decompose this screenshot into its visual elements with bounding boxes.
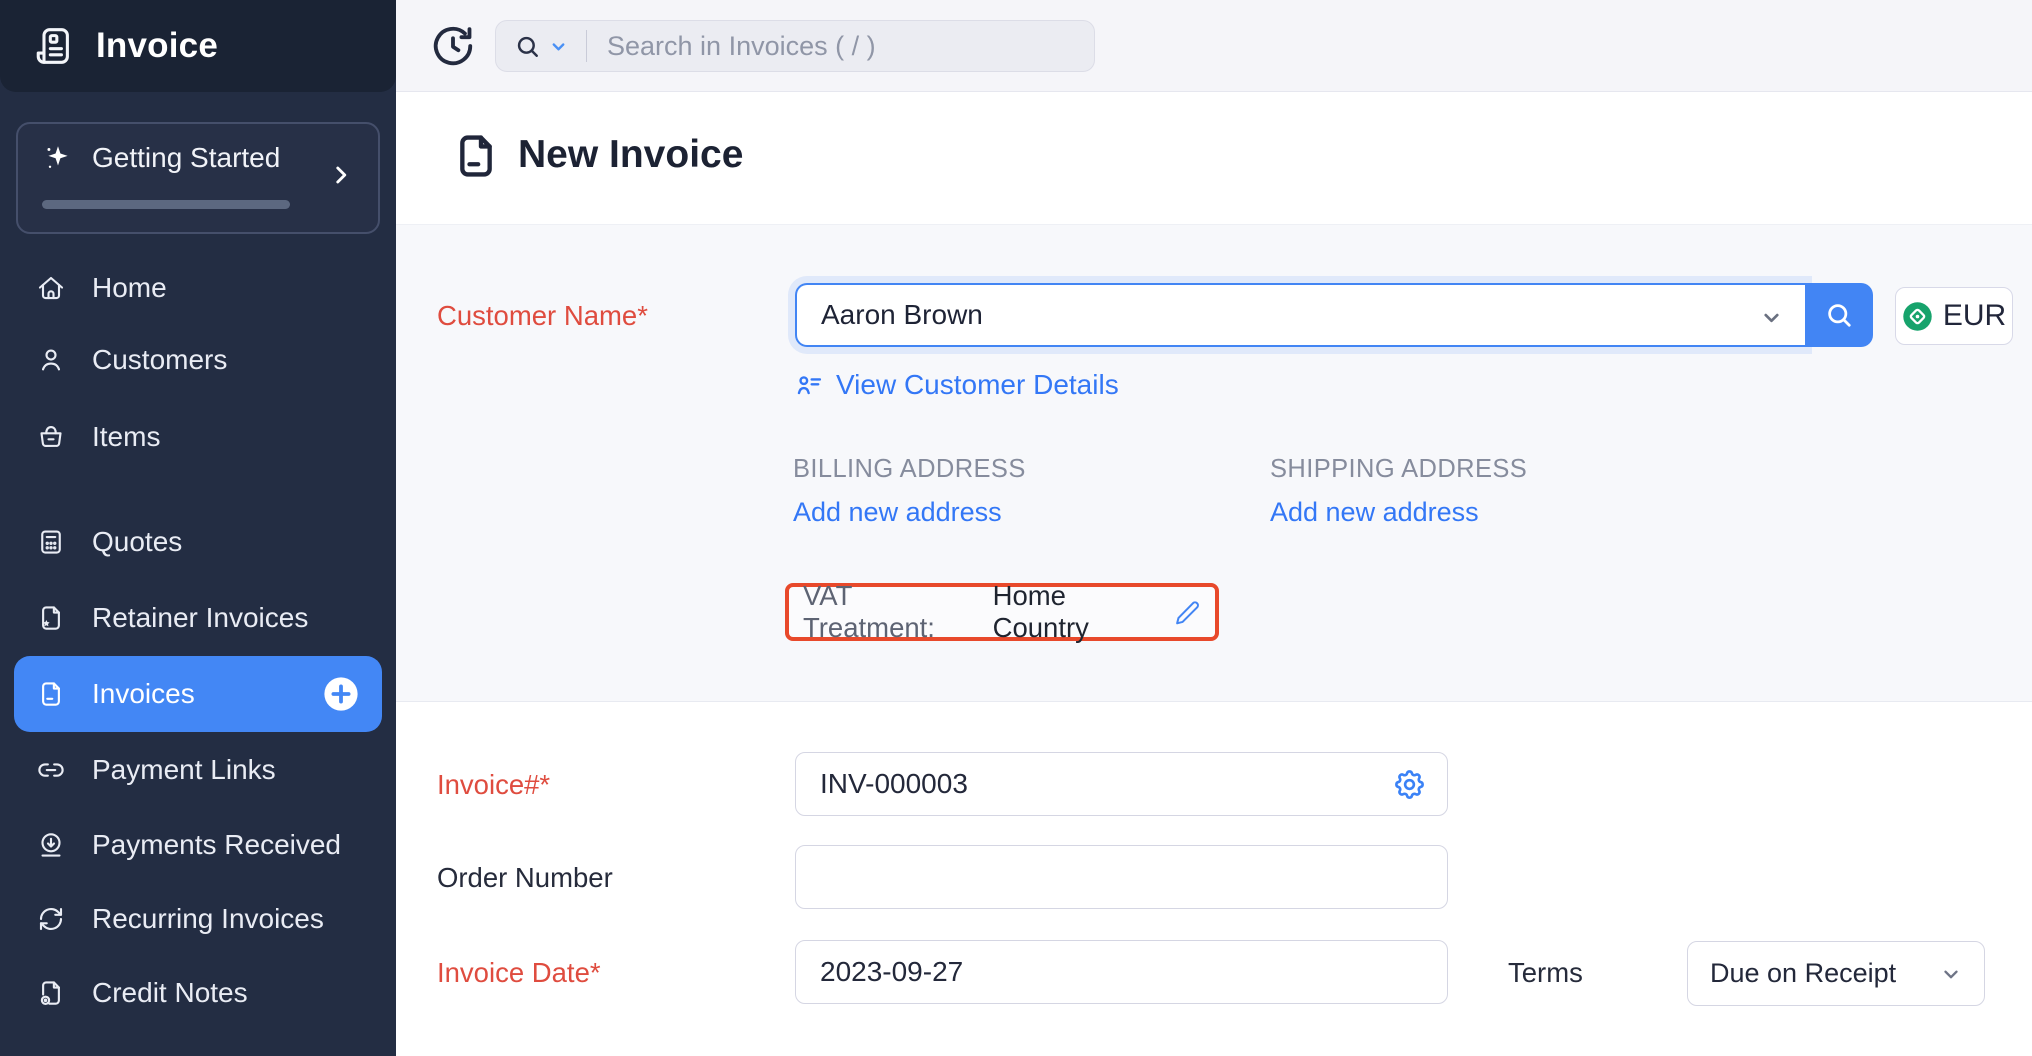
getting-started-label: Getting Started: [92, 142, 280, 174]
document-star-icon: [36, 603, 66, 633]
customer-dropdown-chevron-down-icon[interactable]: [1760, 306, 1783, 329]
search-divider: [586, 30, 587, 62]
sidebar-item-label: Quotes: [92, 526, 182, 558]
new-invoice-document-icon: [450, 130, 502, 182]
shipping-address-header: SHIPPING ADDRESS: [1270, 455, 1527, 484]
calculator-icon: [36, 527, 66, 557]
currency-icon: [1902, 301, 1933, 332]
credit-note-icon: [36, 978, 66, 1008]
link-icon: [36, 755, 66, 785]
recent-history-icon[interactable]: [430, 23, 476, 69]
customer-name-group: [795, 283, 1873, 347]
gear-icon[interactable]: [1392, 767, 1427, 802]
sidebar-item-label: Recurring Invoices: [92, 903, 324, 935]
view-customer-details-label: View Customer Details: [836, 369, 1119, 401]
billing-add-address-link[interactable]: Add new address: [793, 497, 1002, 528]
sidebar-item-label: Invoices: [92, 678, 195, 710]
search-scope-chevron-down-icon[interactable]: [549, 37, 568, 56]
view-customer-details-link[interactable]: View Customer Details: [795, 369, 1119, 401]
basket-icon: [36, 422, 66, 452]
customer-name-field[interactable]: [795, 283, 1805, 347]
sidebar-item-label: Payments Received: [92, 829, 341, 861]
sidebar: Invoice Getting Started Home: [0, 0, 396, 1056]
sidebar-item-credit-notes[interactable]: Credit Notes: [0, 955, 396, 1031]
app-title: Invoice: [96, 26, 218, 66]
sidebar-item-recurring-invoices[interactable]: Recurring Invoices: [0, 881, 396, 957]
sidebar-item-label: Credit Notes: [92, 977, 248, 1009]
sidebar-item-label: Items: [92, 421, 160, 453]
app-logo: Invoice: [0, 0, 396, 92]
terms-chevron-down-icon: [1940, 963, 1962, 985]
billing-address-header: BILLING ADDRESS: [793, 455, 1026, 484]
sidebar-item-label: Payment Links: [92, 754, 276, 786]
page-header: New Invoice: [396, 92, 2032, 224]
sidebar-item-customers[interactable]: Customers: [0, 322, 396, 398]
getting-started-card[interactable]: Getting Started: [16, 122, 380, 234]
sidebar-item-quotes[interactable]: Quotes: [0, 504, 396, 580]
terms-select[interactable]: Due on Receipt: [1687, 941, 1985, 1006]
search-icon: [1824, 300, 1854, 330]
main-content: New Invoice Customer Name* EUR: [396, 0, 2032, 1056]
getting-started-progress-bar: [42, 200, 290, 209]
sparkle-icon: [42, 142, 74, 174]
sidebar-item-home[interactable]: Home: [0, 250, 396, 326]
sidebar-item-invoices[interactable]: Invoices: [14, 656, 382, 732]
terms-label: Terms: [1508, 957, 1583, 989]
vat-treatment-label: VAT Treatment:: [803, 580, 983, 644]
payment-received-icon: [36, 830, 66, 860]
page-title: New Invoice: [518, 133, 743, 177]
document-icon: [36, 679, 66, 709]
order-number-input[interactable]: [796, 846, 1447, 908]
customer-search-button[interactable]: [1805, 283, 1873, 347]
invoice-date-field[interactable]: [795, 940, 1448, 1004]
home-icon: [36, 273, 66, 303]
sidebar-item-items[interactable]: Items: [0, 399, 396, 475]
currency-code: EUR: [1943, 299, 2006, 333]
sidebar-item-label: Customers: [92, 344, 227, 376]
invoice-logo-icon: [30, 23, 76, 69]
order-number-field[interactable]: [795, 845, 1448, 909]
edit-pencil-icon[interactable]: [1174, 599, 1201, 626]
invoice-date-label: Invoice Date*: [437, 957, 601, 989]
currency-button[interactable]: EUR: [1895, 287, 2013, 345]
customer-section: Customer Name* EUR: [396, 224, 2032, 702]
vat-treatment-value: Home Country: [993, 580, 1162, 644]
invoice-date-input[interactable]: [796, 941, 1447, 1003]
customer-name-label: Customer Name*: [437, 300, 648, 332]
terms-value: Due on Receipt: [1710, 958, 1940, 989]
vat-treatment-box: VAT Treatment: Home Country: [785, 583, 1219, 641]
topbar: [396, 0, 2032, 92]
order-number-label: Order Number: [437, 862, 613, 894]
chevron-right-icon[interactable]: [328, 162, 354, 188]
add-invoice-plus-icon[interactable]: [322, 675, 360, 713]
sidebar-item-label: Home: [92, 272, 167, 304]
sidebar-item-retainer-invoices[interactable]: Retainer Invoices: [0, 580, 396, 656]
search-input[interactable]: [605, 30, 1076, 63]
invoice-number-input[interactable]: [796, 753, 1447, 815]
invoice-number-field[interactable]: [795, 752, 1448, 816]
customer-name-input[interactable]: [797, 285, 1805, 345]
customer-details-icon: [795, 371, 824, 400]
invoice-number-label: Invoice#*: [437, 769, 550, 801]
sidebar-item-label: Retainer Invoices: [92, 602, 308, 634]
recurring-icon: [36, 904, 66, 934]
person-icon: [36, 345, 66, 375]
search-icon[interactable]: [514, 33, 541, 60]
sidebar-item-payment-links[interactable]: Payment Links: [0, 732, 396, 808]
global-search[interactable]: [495, 20, 1095, 72]
sidebar-item-payments-received[interactable]: Payments Received: [0, 807, 396, 883]
shipping-add-address-link[interactable]: Add new address: [1270, 497, 1479, 528]
